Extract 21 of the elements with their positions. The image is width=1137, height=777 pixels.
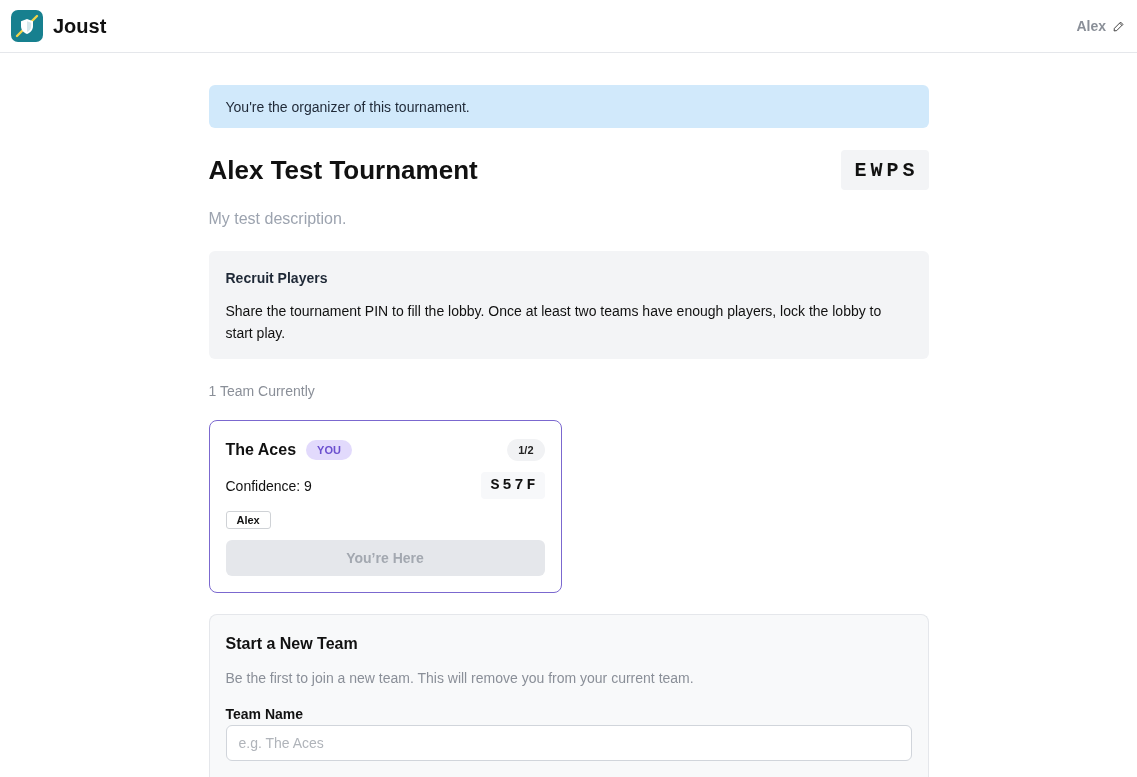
you-badge: YOU	[306, 440, 352, 460]
team-name: The Aces	[225, 441, 297, 459]
member-chip: Alex	[225, 511, 271, 529]
tournament-title: Alex Test Tournament	[208, 154, 478, 186]
section-description: Be the first to join a new team. This will remove you from your current team.	[225, 669, 695, 688]
team-code: S57F	[481, 472, 545, 499]
panel-text: Share the tournament PIN to fill the lobby. Once at least two teams have enough players, lock the lobby to start play.	[225, 302, 883, 343]
field-label: Team Name	[225, 705, 305, 724]
shield-logo-icon	[11, 10, 43, 42]
section-title: Start a New Team	[225, 634, 359, 654]
app-name: Joust	[53, 14, 107, 38]
team-name-input[interactable]: e.g. The Aces	[225, 725, 912, 761]
profile-link[interactable]: Alex	[1076, 18, 1124, 34]
panel-title: Recruit Players	[225, 269, 329, 288]
tournament-description: My test description.	[208, 209, 348, 229]
tournament-pin: EWPS	[841, 150, 929, 190]
player-count-badge: 1/2	[507, 439, 545, 461]
pencil-icon[interactable]	[1113, 20, 1124, 32]
confidence-text: Confidence: 9	[225, 477, 312, 494]
notice-banner: You're the organizer of this tournament.	[208, 85, 929, 128]
team-count: 1 Team Currently	[208, 382, 316, 401]
